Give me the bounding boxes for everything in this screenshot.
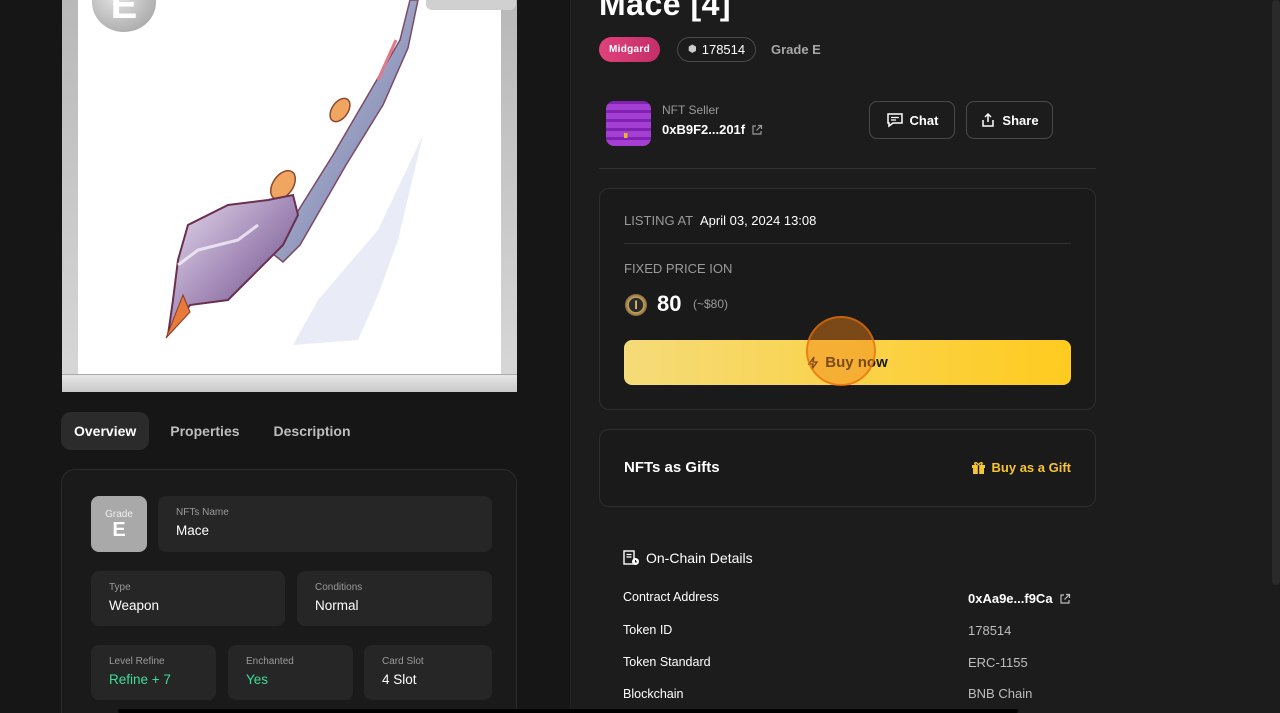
listing-at-label: LISTING AT [624,213,694,228]
lightning-icon [807,356,819,369]
overview-panel: Grade E NFTs Name Mace Type Weapon Condi… [61,469,517,713]
onchain-title-label: On-Chain Details [646,550,753,566]
conditions-label: Conditions [315,582,363,593]
external-link-icon[interactable] [751,124,763,136]
detail-tabs: Overview Properties Description [61,412,364,450]
seller-address: 0xB9F2...201f [662,122,746,137]
type-field: Type Weapon [91,571,285,626]
token-standard-label: Token Standard [623,655,711,669]
card-grade-letter: E [110,0,138,27]
grade-box: Grade E [91,496,147,552]
gift-icon [971,462,985,474]
type-value: Weapon [109,598,160,613]
level-refine-label: Level Refine [109,656,165,667]
conditions-field: Conditions Normal [297,571,492,626]
blockchain-label: Blockchain [623,687,684,701]
token-id-badge-value: 178514 [701,42,746,57]
level-refine-value: Refine + 7 [109,672,171,687]
nft-name-value: Mace [176,523,210,538]
tab-overview[interactable]: Overview [61,412,150,450]
enchanted-field: Enchanted Yes [228,645,353,700]
card-slot-field: Card Slot 4 Slot [364,645,492,700]
card-slot-label: Card Slot [382,656,424,667]
section-divider [599,168,1096,169]
nft-title: Mace [4] [599,0,732,22]
card-bottom-border [62,374,517,392]
token-id-value: 178514 [968,623,1012,638]
chat-button[interactable]: Chat [869,101,955,139]
ion-coin-icon: I [625,294,647,316]
seller-label: NFT Seller [662,103,720,117]
grade-label: Grade [105,508,133,520]
listing-divider [624,243,1071,244]
nft-detail-page: E Overview Properties Description Grade … [0,0,1280,713]
token-hex-icon: ⬢ [688,44,697,55]
listing-panel: LISTING AT April 03, 2024 13:08 FIXED PR… [599,188,1096,410]
blockchain-value: BNB Chain [968,686,1033,701]
tab-properties[interactable]: Properties [157,412,252,450]
share-icon [982,112,995,127]
level-refine-field: Level Refine Refine + 7 [91,645,216,700]
token-id-label: Token ID [623,623,673,637]
bottom-edge-bar [118,709,1018,713]
grade-value: E [112,518,126,541]
price-value: 80 [657,291,682,316]
contract-address-label: Contract Address [623,590,719,604]
grade-text: Grade E [771,42,821,57]
gifts-title: NFTs as Gifts [624,459,720,476]
column-divider [570,0,571,713]
share-label: Share [1002,112,1039,128]
token-id-badge: ⬢ 178514 [677,37,757,62]
buy-now-label: Buy now [825,354,888,371]
buy-as-gift-link[interactable]: Buy as a Gift [971,460,1071,475]
card-top-tab [426,0,516,10]
conditions-value: Normal [315,598,359,613]
listing-date: April 03, 2024 13:08 [700,213,817,228]
price-usd: (~$80) [693,297,729,311]
enchanted-label: Enchanted [246,656,294,667]
realm-badge: Midgard [599,37,660,62]
type-label: Type [109,582,131,593]
document-icon [623,550,639,565]
share-button[interactable]: Share [966,101,1053,139]
token-standard-value: ERC-1155 [968,655,1028,670]
buy-now-button[interactable]: Buy now [624,340,1071,385]
scrollbar[interactable] [1272,0,1280,585]
nft-name-label: NFTs Name [176,507,229,518]
contract-address-value: 0xAa9e...f9Ca [968,591,1053,606]
nft-name-field: NFTs Name Mace [158,496,492,552]
chat-label: Chat [909,112,939,128]
seller-address-link[interactable]: 0xB9F2...201f [662,122,763,137]
card-slot-value: 4 Slot [382,672,417,687]
gifts-panel: NFTs as Gifts Buy as a Gift [599,429,1096,507]
external-link-icon[interactable] [1059,593,1071,605]
contract-address-link[interactable]: 0xAa9e...f9Ca [968,591,1071,606]
mace-weapon-art [165,0,423,345]
chat-icon [886,113,903,128]
tab-description[interactable]: Description [261,412,364,450]
buy-as-gift-label: Buy as a Gift [991,460,1071,475]
onchain-details-title: On-Chain Details [623,550,753,566]
fixed-price-label: FIXED PRICE ION [624,261,733,276]
enchanted-value: Yes [246,672,269,687]
seller-avatar[interactable] [606,101,651,146]
